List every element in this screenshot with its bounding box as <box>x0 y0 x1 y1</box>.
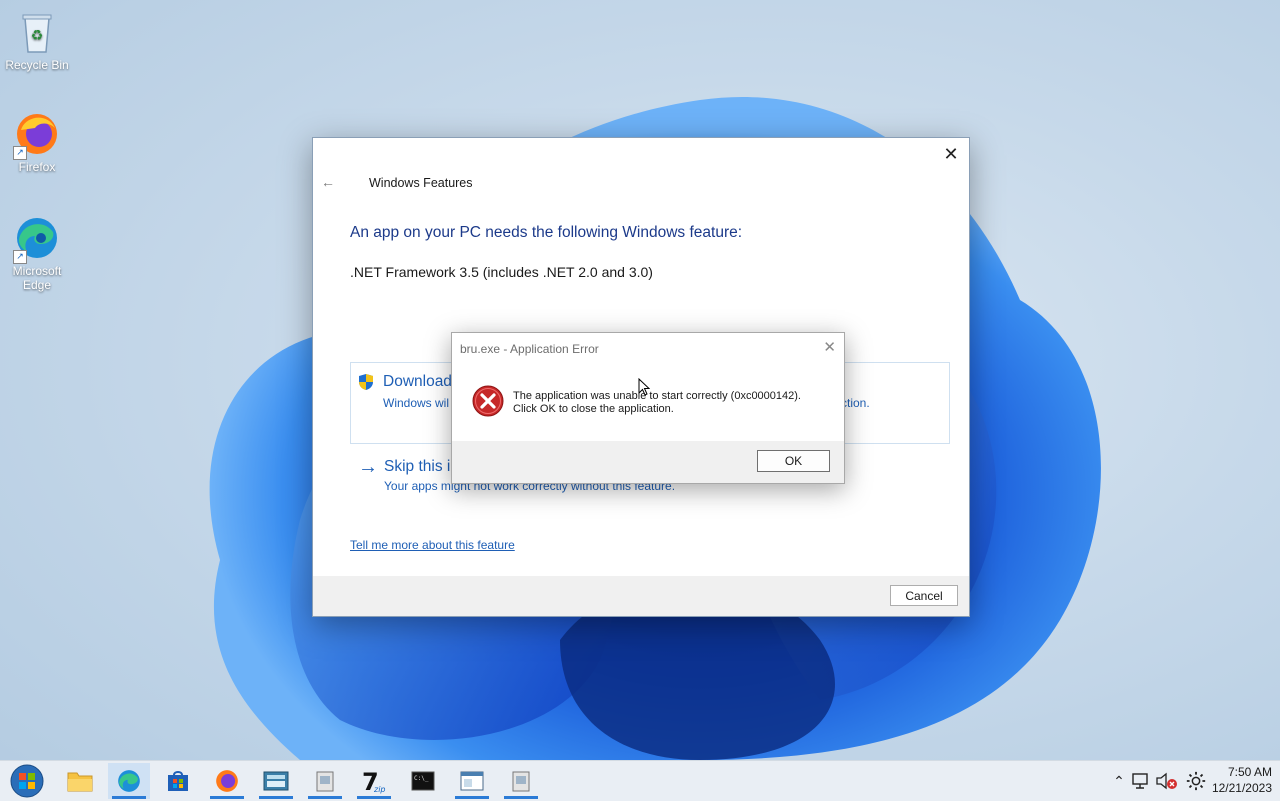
desktop-icon-recycle-bin[interactable]: ♻ Recycle Bin <box>0 8 74 72</box>
running-indicator <box>455 796 489 799</box>
clock-time: 7:50 AM <box>1227 765 1272 779</box>
show-hidden-icons-icon[interactable]: ⌃ <box>1108 773 1130 790</box>
desktop-icon-edge[interactable]: ↗ Microsoft Edge <box>0 214 74 292</box>
start-button[interactable] <box>6 763 48 799</box>
clock-date: 12/21/2023 <box>1211 781 1272 795</box>
dialog-footer: OK <box>452 441 844 483</box>
taskbar-window-app[interactable] <box>451 763 493 799</box>
terminal-icon: C:\_ <box>411 771 435 791</box>
skip-option-title: Skip this i <box>384 458 451 475</box>
keyboard-app-icon <box>263 771 289 791</box>
error-message-line-1: The application was unable to start corr… <box>513 390 801 402</box>
running-indicator <box>259 796 293 799</box>
feature-name: .NET Framework 3.5 (includes .NET 2.0 an… <box>350 264 653 280</box>
dialog-title: bru.exe - Application Error <box>460 342 599 356</box>
shortcut-arrow-icon: ↗ <box>13 146 27 160</box>
taskbar-store[interactable] <box>157 763 199 799</box>
error-message: The application was unable to start corr… <box>513 390 801 416</box>
installer-icon <box>512 771 530 792</box>
window-app-icon <box>460 771 484 791</box>
edge-icon: ↗ <box>13 214 61 264</box>
svg-text:zip: zip <box>373 785 386 794</box>
taskbar-installer-1[interactable] <box>304 763 346 799</box>
application-error-dialog: bru.exe - Application Error ✕ The applic… <box>451 332 845 484</box>
close-icon[interactable]: ✕ <box>823 338 836 356</box>
edge-icon <box>118 770 140 792</box>
taskbar: 7 zip C:\_ ⌃ 7:50 AM 12/21/2023 <box>0 760 1280 801</box>
running-indicator <box>504 796 538 799</box>
running-indicator <box>357 796 391 799</box>
firefox-icon <box>216 770 238 792</box>
feature-request-heading: An app on your PC needs the following Wi… <box>350 224 743 241</box>
mouse-cursor-icon <box>638 378 650 396</box>
network-icon[interactable] <box>1130 772 1152 790</box>
shortcut-arrow-icon: ↗ <box>13 250 27 264</box>
download-option-subtitle: Windows wil <box>383 396 450 410</box>
desktop-icon-label: Recycle Bin <box>5 58 69 72</box>
taskbar-terminal[interactable]: C:\_ <box>402 763 444 799</box>
window-title: Windows Features <box>369 176 473 190</box>
desktop-icon-firefox[interactable]: ↗ Firefox <box>0 110 74 174</box>
taskbar-edge[interactable] <box>108 763 150 799</box>
ok-button[interactable]: OK <box>757 450 830 472</box>
desktop-icon-label: Firefox <box>18 160 56 174</box>
desktop-icon-label: Microsoft Edge <box>12 264 62 292</box>
tell-me-more-link[interactable]: Tell me more about this feature <box>350 538 515 552</box>
cancel-button[interactable]: Cancel <box>890 585 958 606</box>
close-icon[interactable]: ✕ <box>941 144 961 164</box>
svg-text:♻: ♻ <box>31 28 44 44</box>
store-icon <box>168 771 188 791</box>
error-icon <box>472 385 504 417</box>
file-explorer-icon <box>67 772 93 792</box>
settings-gear-icon[interactable] <box>1184 770 1208 792</box>
back-arrow-icon[interactable]: ← <box>321 174 335 190</box>
uac-shield-icon <box>359 374 373 390</box>
active-indicator <box>112 796 146 799</box>
volume-muted-icon[interactable] <box>1154 772 1180 790</box>
right-arrow-icon: → <box>358 456 378 478</box>
running-indicator <box>210 796 244 799</box>
taskbar-firefox[interactable] <box>206 763 248 799</box>
start-button-icon <box>10 764 44 798</box>
window-footer: Cancel <box>313 576 969 616</box>
download-option-subtitle-tail: ction. <box>841 396 870 410</box>
download-option-title: Download <box>383 373 452 390</box>
taskbar-keyboard-app[interactable] <box>255 763 297 799</box>
error-message-line-2: Click OK to close the application. <box>513 403 674 415</box>
7zip-icon: 7 zip <box>362 768 386 794</box>
installer-icon <box>316 771 334 792</box>
taskbar-installer-2[interactable] <box>500 763 542 799</box>
running-indicator <box>308 796 342 799</box>
recycle-bin-icon: ♻ <box>13 8 61 56</box>
taskbar-7zip[interactable]: 7 zip <box>353 763 395 799</box>
taskbar-file-explorer[interactable] <box>59 763 101 799</box>
taskbar-clock[interactable]: 7:50 AM 12/21/2023 <box>1212 764 1272 796</box>
firefox-icon: ↗ <box>13 110 61 160</box>
svg-text:C:\_: C:\_ <box>414 775 429 782</box>
